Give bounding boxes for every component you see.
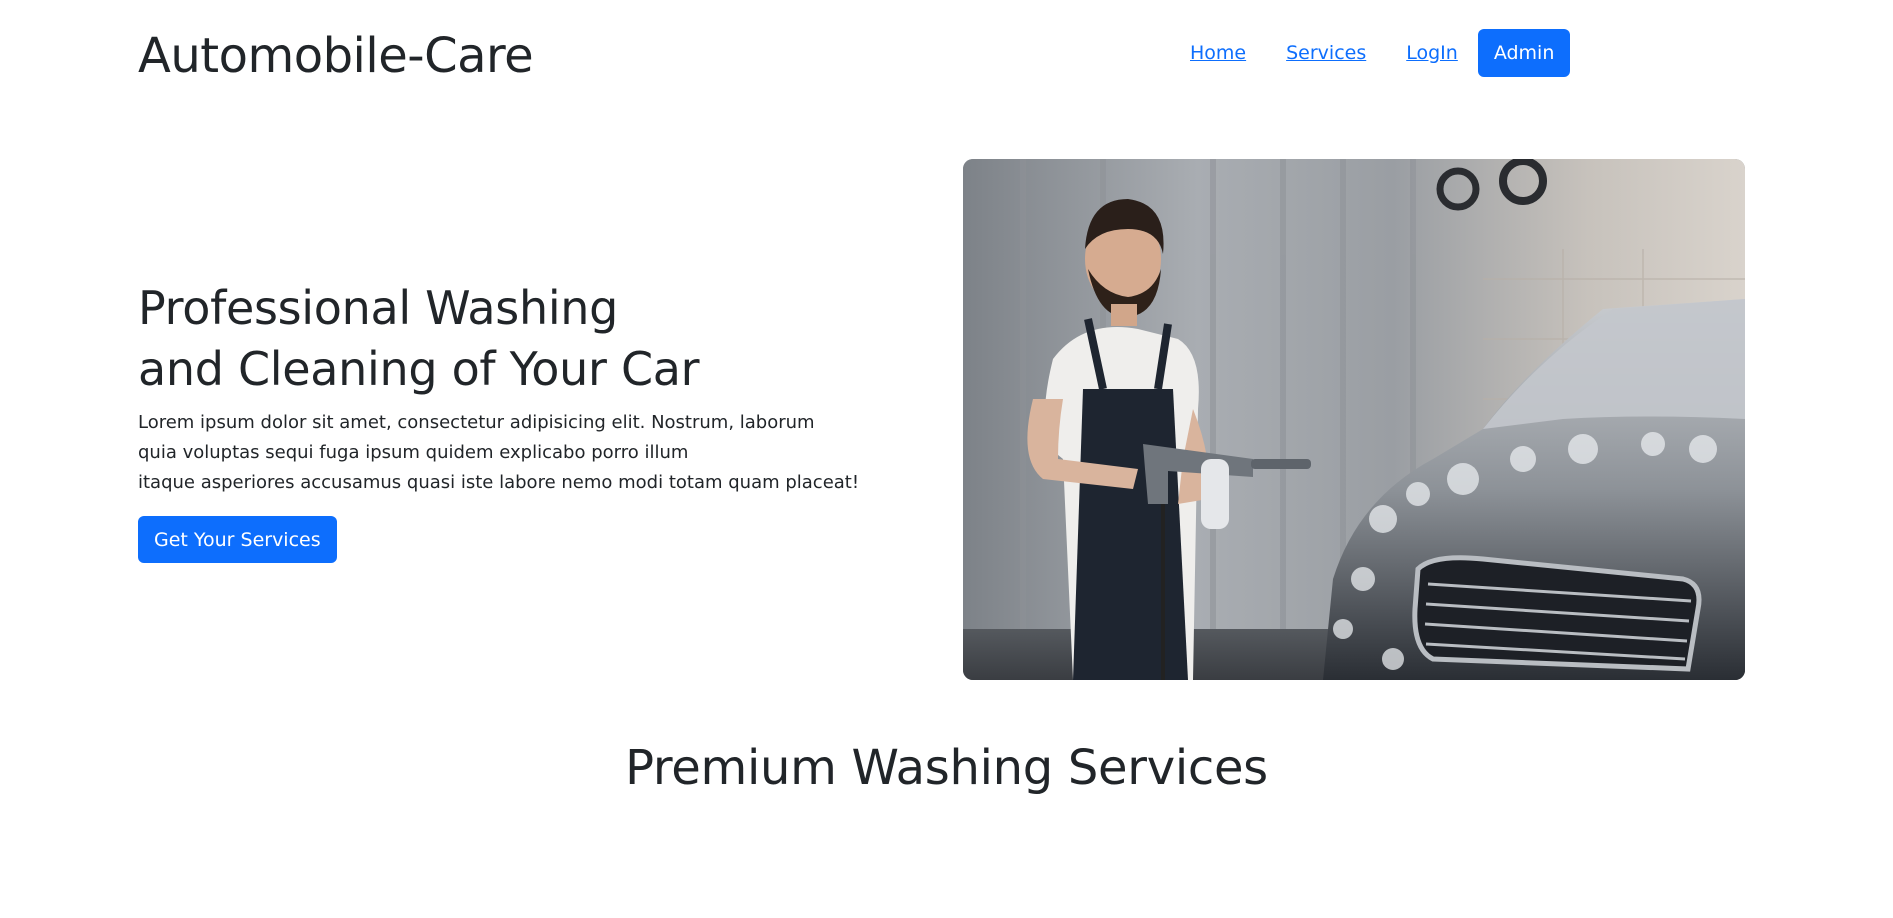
hero-description-line-1: Lorem ipsum dolor sit amet, consectetur …	[138, 412, 815, 433]
hero-description-line-3: itaque asperiores accusamus quasi iste l…	[138, 472, 860, 493]
hero-title: Professional Washing and Cleaning of You…	[138, 278, 700, 400]
page: Automobile-Care Home Services LogIn Admi…	[0, 0, 1893, 918]
services-section-title: Premium Washing Services	[625, 740, 1268, 796]
hero-title-line-2: and Cleaning of Your Car	[138, 342, 700, 396]
hero-image-car-wash	[963, 159, 1745, 680]
nav-link-home[interactable]: Home	[1190, 42, 1246, 64]
car-wash-illustration	[963, 159, 1745, 680]
nav-link-login[interactable]: LogIn	[1406, 42, 1458, 64]
hero-description-line-2: quia voluptas sequi fuga ipsum quidem ex…	[138, 442, 689, 463]
admin-button[interactable]: Admin	[1477, 29, 1571, 77]
main-nav: Home Services LogIn Admin	[1190, 29, 1571, 77]
get-services-button[interactable]: Get Your Services	[138, 516, 337, 563]
brand-title: Automobile-Care	[138, 28, 534, 84]
hero-description: Lorem ipsum dolor sit amet, consectetur …	[138, 408, 860, 498]
nav-link-services[interactable]: Services	[1286, 42, 1366, 64]
hero-title-line-1: Professional Washing	[138, 281, 619, 335]
